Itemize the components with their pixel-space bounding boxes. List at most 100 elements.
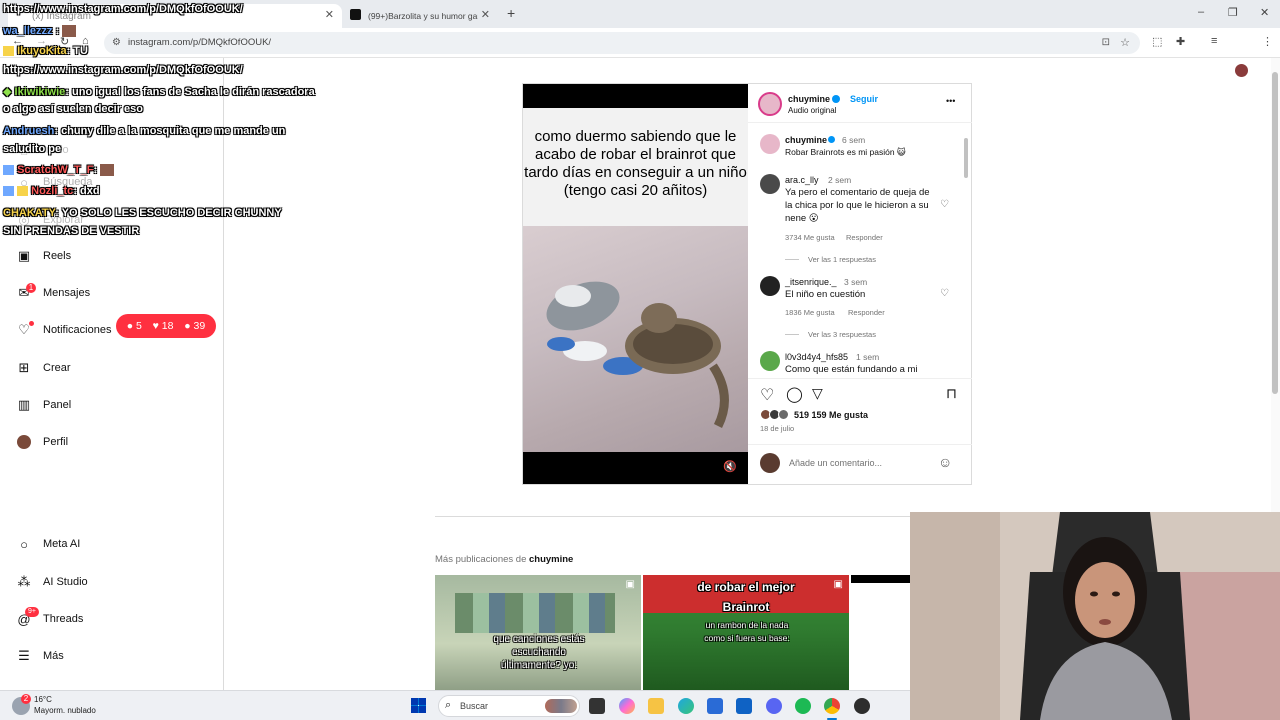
store-icon[interactable] <box>707 698 723 714</box>
close-window-button[interactable]: ✕ <box>1260 6 1269 19</box>
menu-icon: ☰ <box>18 648 30 663</box>
sidebar-item-crear[interactable]: ⊞ Crear <box>16 356 71 380</box>
like-icon[interactable]: ♡ <box>760 385 774 405</box>
comment-username[interactable]: ara.c_lly <box>785 175 819 185</box>
badge-icon <box>3 46 14 57</box>
chat-message: CHAKATY: YO SOLO LES ESCUCHO DECIR CHUNN… <box>3 207 282 219</box>
file-explorer-icon[interactable] <box>648 698 664 714</box>
sidebar-item-mas[interactable]: ☰ Más <box>16 644 64 668</box>
obs-icon[interactable] <box>854 698 870 714</box>
more-options-icon[interactable]: ••• <box>946 96 955 106</box>
profile-avatar[interactable] <box>1235 64 1248 77</box>
badge-icon <box>3 165 14 176</box>
spotify-icon[interactable] <box>795 698 811 714</box>
commenter-avatar[interactable] <box>760 351 780 371</box>
sidebar-item-meta-ai[interactable]: ○ Meta AI <box>16 532 80 556</box>
taskbar-search[interactable]: ⌕ Buscar <box>438 695 580 717</box>
comment-likes[interactable]: 3734 Me gusta <box>785 233 835 242</box>
tiktok-icon <box>350 9 361 20</box>
comment-text: El niño en cuestión <box>785 289 866 300</box>
comment-username[interactable]: _itsenrique._ <box>785 277 837 287</box>
view-replies-button[interactable]: Ver las 1 respuestas <box>808 255 876 264</box>
notifications-summary-pill[interactable]: ● 5 ♥ 18 ● 39 <box>116 314 216 338</box>
search-placeholder: Buscar <box>460 701 489 711</box>
extension-icon[interactable]: ⬚ <box>1152 35 1162 48</box>
site-info-icon[interactable]: ⚙ <box>112 32 121 54</box>
sidebar-item-ai-studio[interactable]: ⁂ AI Studio <box>16 570 88 594</box>
share-icon[interactable]: ▽ <box>812 385 823 402</box>
chat-message: IkuyoKita: TU <box>3 45 88 57</box>
comment-username[interactable]: l0v3d4y4_hfs85 <box>785 352 848 362</box>
edge-icon[interactable] <box>678 698 694 714</box>
comment-text: Robar Brainrots es mi pasión 😺 <box>785 147 906 157</box>
search-icon: ⌕ <box>445 699 452 711</box>
mute-icon[interactable]: 🔇 <box>723 460 737 473</box>
add-comment-input[interactable]: Añade un comentario... <box>789 458 882 468</box>
verified-icon <box>832 95 840 103</box>
author-avatar[interactable] <box>758 92 782 116</box>
chrome-icon[interactable] <box>824 698 840 714</box>
windows-start-icon[interactable] <box>411 698 426 713</box>
comment-icon: ● <box>126 320 134 332</box>
discord-icon[interactable] <box>766 698 782 714</box>
outlook-icon[interactable] <box>736 698 752 714</box>
more-post-thumbnail[interactable] <box>851 575 910 690</box>
notification-dot <box>29 321 34 326</box>
new-tab-button[interactable]: + <box>507 5 515 21</box>
emote-icon <box>62 25 77 38</box>
reels-icon: ▣ <box>17 248 31 263</box>
save-icon[interactable]: ⊓ <box>946 385 957 402</box>
comment-icon[interactable]: ◯ <box>786 385 803 403</box>
dashboard-icon: ▥ <box>17 397 31 412</box>
more-posts-label: Más publicaciones de chuymine <box>435 554 574 565</box>
address-bar[interactable]: ⚙ instagram.com/p/DMQkfOfOOUK/ ⊡ ☆ <box>104 32 1140 54</box>
follow-button[interactable]: Seguir <box>850 94 878 104</box>
browser-toolbar: ← → ↻ ⌂ ⚙ instagram.com/p/DMQkfOfOOUK/ ⊡… <box>0 28 1280 77</box>
create-icon: ⊞ <box>18 360 30 375</box>
weather-badge: 2 <box>21 694 31 704</box>
post-video[interactable]: como duermo sabiendo que le acabo de rob… <box>523 84 748 484</box>
more-post-thumbnail[interactable]: ▣ que canciones estás escuchando últimam… <box>435 575 641 690</box>
comment-like-icon[interactable]: ♡ <box>940 288 949 299</box>
commenter-avatar[interactable] <box>760 276 780 296</box>
tab-tiktok[interactable]: (99+)Barzolita y su humor garg... ✕ <box>344 4 498 28</box>
maximize-button[interactable]: ❐ <box>1228 6 1238 19</box>
streamer-webcam-illustration <box>910 512 1280 720</box>
author-username[interactable]: chuymine <box>788 94 830 104</box>
audio-label[interactable]: Audio original <box>788 106 836 115</box>
browser-menu-icon[interactable]: ⋮ <box>1262 35 1273 48</box>
follow-count: ● 39 <box>184 320 206 332</box>
sidebar-item-perfil[interactable]: Perfil <box>16 430 68 454</box>
badge-icon <box>3 186 14 197</box>
comment-like-icon[interactable]: ♡ <box>940 199 949 210</box>
more-posts-user[interactable]: chuymine <box>529 554 573 565</box>
view-replies-button[interactable]: Ver las 3 respuestas <box>808 330 876 339</box>
sidebar-item-reels[interactable]: ▣ Reels <box>16 244 71 268</box>
commenter-avatar[interactable] <box>760 134 780 154</box>
close-tab-icon[interactable]: ✕ <box>325 8 334 21</box>
comment-text: Como que están fundando a mi <box>785 364 918 375</box>
comment-likes[interactable]: 1836 Me gusta <box>785 308 835 317</box>
like-count: ♥ 18 <box>152 320 174 332</box>
close-tab-icon[interactable]: ✕ <box>481 8 490 21</box>
bookmark-star-icon[interactable]: ☆ <box>1120 32 1130 54</box>
reply-button[interactable]: Responder <box>848 308 885 317</box>
comment-username[interactable]: chuymine <box>785 135 827 145</box>
media-control-icon[interactable]: ≡ <box>1211 35 1217 47</box>
windows-taskbar: 2 16°C Mayorm. nublado ⌕ Buscar <box>0 690 910 720</box>
reply-button[interactable]: Responder <box>846 233 883 242</box>
url-text: instagram.com/p/DMQkfOfOOUK/ <box>128 37 272 48</box>
minimize-button[interactable]: – <box>1198 6 1204 18</box>
install-app-icon[interactable]: ⊡ <box>1102 32 1110 54</box>
likes-count[interactable]: 519 159 Me gusta <box>794 410 868 420</box>
emoji-icon[interactable]: ☺ <box>938 454 952 470</box>
commenter-avatar[interactable] <box>760 174 780 194</box>
comments-scrollbar[interactable] <box>963 128 968 374</box>
copilot-icon[interactable] <box>619 698 635 714</box>
sidebar-item-panel[interactable]: ▥ Panel <box>16 393 71 417</box>
task-view-icon[interactable] <box>589 698 605 714</box>
more-post-thumbnail[interactable]: ▣ de robar el mejor Brainrot un rambon d… <box>643 575 849 690</box>
ai-studio-icon: ⁂ <box>17 574 31 589</box>
puzzle-icon[interactable]: ✚ <box>1176 35 1185 48</box>
tab-title: (99+)Barzolita y su humor garg... <box>368 11 478 21</box>
